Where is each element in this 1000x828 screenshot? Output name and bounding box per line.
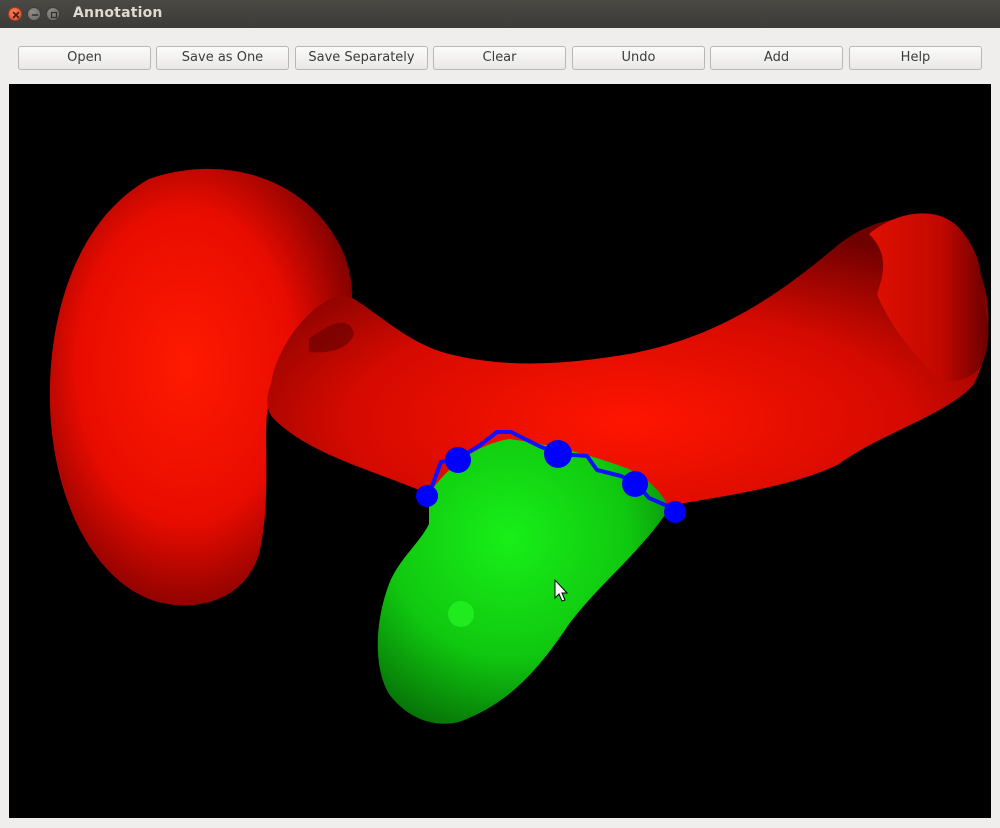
save-as-one-button[interactable]: Save as One <box>156 46 289 70</box>
annotation-window: Annotation Open Save as One Save Separat… <box>0 0 1000 828</box>
window-title: Annotation <box>73 5 163 21</box>
undo-button[interactable]: Undo <box>572 46 705 70</box>
maximize-icon <box>50 11 58 19</box>
red-mesh-body <box>267 219 989 508</box>
add-button[interactable]: Add <box>710 46 843 70</box>
annotation-point-4[interactable] <box>622 471 648 497</box>
title-bar[interactable]: Annotation <box>0 0 1000 28</box>
toolbar: Open Save as One Save Separately Clear U… <box>0 28 1000 84</box>
help-button[interactable]: Help <box>849 46 982 70</box>
open-button[interactable]: Open <box>18 46 151 70</box>
minimize-icon <box>31 14 39 16</box>
clear-button[interactable]: Clear <box>433 46 566 70</box>
minimize-window-button[interactable] <box>27 7 41 21</box>
annotation-point-5[interactable] <box>664 501 686 523</box>
close-icon <box>12 11 20 19</box>
save-separately-button[interactable]: Save Separately <box>295 46 428 70</box>
green-seed-point[interactable] <box>448 601 474 627</box>
annotation-point-3[interactable] <box>544 440 572 468</box>
annotation-point-1[interactable] <box>416 485 438 507</box>
3d-viewport[interactable] <box>9 84 991 818</box>
maximize-window-button[interactable] <box>46 7 60 21</box>
annotation-point-2[interactable] <box>445 447 471 473</box>
close-window-button[interactable] <box>8 7 22 21</box>
